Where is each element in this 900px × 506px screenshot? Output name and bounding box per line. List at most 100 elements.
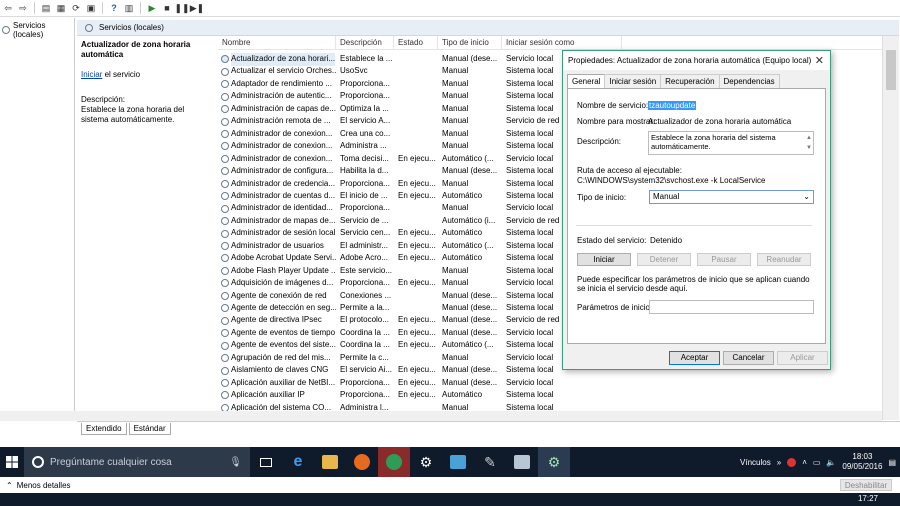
cell-text: Manual bbox=[442, 278, 469, 288]
table-row[interactable]: Aplicación auxiliar de NetBI... Proporcio… bbox=[218, 377, 882, 390]
table-row[interactable]: Aplicación auxiliar IP Proporciona... En e… bbox=[218, 389, 882, 402]
cell-text: En ejecu... bbox=[398, 240, 436, 250]
volume-icon[interactable]: 🔈 bbox=[826, 458, 836, 467]
start-service-link[interactable]: Iniciar bbox=[81, 70, 102, 79]
column-header-startup-type[interactable]: Tipo de inicio bbox=[438, 36, 502, 50]
cell-description: Este servicio... bbox=[336, 265, 394, 278]
cell-text: En ejecu... bbox=[398, 377, 436, 387]
gear-icon bbox=[221, 242, 229, 250]
service-name-value[interactable]: tzautoupdate bbox=[648, 101, 697, 110]
play-icon[interactable]: ▶ bbox=[146, 2, 158, 14]
cancel-button[interactable]: Cancelar bbox=[723, 351, 774, 365]
vertical-scrollbar[interactable] bbox=[882, 36, 899, 420]
properties-icon[interactable]: ▦ bbox=[55, 2, 67, 14]
taskbar-file-explorer[interactable] bbox=[314, 447, 346, 477]
resume-button[interactable]: Reanudar bbox=[757, 253, 811, 266]
pause-button[interactable]: Pausar bbox=[697, 253, 751, 266]
task-view-icon bbox=[260, 457, 272, 467]
gear-icon bbox=[221, 329, 229, 338]
clock[interactable]: 18:03 09/05/2016 bbox=[842, 452, 882, 472]
clock-date: 09/05/2016 bbox=[842, 462, 883, 471]
start-button[interactable]: Iniciar bbox=[577, 253, 631, 266]
task-view-button[interactable] bbox=[250, 447, 282, 477]
cell-description: Proporciona... bbox=[336, 178, 394, 191]
taskbar-firefox[interactable] bbox=[346, 447, 378, 477]
display-name-value[interactable]: Actualizador de zona horaria automática bbox=[648, 117, 791, 126]
taskbar-settings[interactable]: ⚙ bbox=[410, 447, 442, 477]
cell-status bbox=[394, 215, 438, 228]
taskbar-app-blue[interactable] bbox=[442, 447, 474, 477]
dialog-titlebar[interactable]: Propiedades: Actualizador de zona horari… bbox=[563, 51, 830, 70]
disable-button[interactable]: Deshabilitar bbox=[840, 479, 892, 491]
apply-button[interactable]: Aplicar bbox=[777, 351, 828, 365]
taskbar-app-monitor[interactable] bbox=[506, 447, 538, 477]
params-input[interactable] bbox=[649, 300, 814, 314]
tab-extended[interactable]: Extendido bbox=[81, 422, 127, 435]
chevron-up-icon[interactable]: ˄ bbox=[802, 458, 807, 467]
column-header-name[interactable]: Nombre bbox=[218, 36, 336, 50]
ok-button[interactable]: Aceptar bbox=[669, 351, 720, 365]
chevron-up-icon[interactable]: ⌃ bbox=[6, 481, 13, 490]
refresh-icon[interactable]: ⟳ bbox=[70, 2, 82, 14]
params-hint: Puede especificar los parámetros de inic… bbox=[577, 275, 810, 293]
tab-dependencies[interactable]: Dependencias bbox=[718, 74, 780, 88]
fewer-details-link[interactable]: Menos detalles bbox=[17, 481, 71, 490]
gear-icon bbox=[221, 142, 229, 151]
column-header-description[interactable]: Descripción bbox=[336, 36, 394, 50]
view-icon[interactable]: ▥ bbox=[123, 2, 135, 14]
horizontal-scrollbar[interactable] bbox=[0, 411, 882, 421]
cell-text: Conexiones ... bbox=[340, 290, 392, 300]
microphone-icon[interactable]: 🎙 bbox=[229, 457, 242, 468]
stop-icon[interactable]: ■ bbox=[161, 2, 173, 14]
stop-button[interactable]: Detener bbox=[637, 253, 691, 266]
cell-text: Sistema local bbox=[506, 340, 554, 350]
taskbar-services[interactable]: ⚙ bbox=[538, 447, 570, 477]
chevron-icon[interactable]: » bbox=[777, 458, 781, 467]
cell-text: En ejecu... bbox=[398, 327, 436, 337]
cell-status: En ejecu... bbox=[394, 339, 438, 352]
column-header-status[interactable]: Estado bbox=[394, 36, 438, 50]
cell-text: Establece la ... bbox=[340, 54, 393, 63]
tab-recovery[interactable]: Recuperación bbox=[660, 74, 720, 88]
cell-text: Adobe Acrobat Update Servi... bbox=[231, 253, 336, 263]
notifications-icon[interactable]: ▤ bbox=[888, 458, 896, 467]
close-icon[interactable]: ✕ bbox=[815, 54, 824, 67]
help-icon[interactable]: ? bbox=[108, 2, 120, 14]
cell-logon-as: Servicio local bbox=[502, 377, 562, 390]
cell-status bbox=[394, 265, 438, 278]
cell-text: Manual bbox=[442, 116, 469, 126]
column-header-logon-as[interactable]: Iniciar sesión como bbox=[502, 36, 622, 50]
export-icon[interactable]: ▣ bbox=[85, 2, 97, 14]
scroll-arrows-icon[interactable]: ▲ ▼ bbox=[806, 133, 812, 153]
tab-general[interactable]: General bbox=[567, 74, 606, 89]
cell-text: Manual (dese... bbox=[442, 54, 498, 63]
scrollbar-thumb[interactable] bbox=[886, 50, 896, 90]
cell-startup-type: Manual bbox=[438, 115, 502, 128]
links-toolbar-label[interactable]: Vínculos bbox=[740, 458, 771, 467]
tree-node-services[interactable]: Servicios (locales) bbox=[2, 21, 74, 39]
startup-type-select[interactable]: Manual ⌄ bbox=[649, 190, 814, 204]
forward-icon[interactable]: ⇨ bbox=[17, 2, 29, 14]
console-tree-icon[interactable]: ▤ bbox=[40, 2, 52, 14]
path-value[interactable]: C:\WINDOWS\system32\svchost.exe -k Local… bbox=[577, 176, 766, 185]
cell-text: Administrador de mapas de... bbox=[231, 215, 336, 225]
antivirus-icon[interactable] bbox=[787, 457, 797, 467]
tab-standard[interactable]: Estándar bbox=[128, 422, 171, 435]
back-icon[interactable]: ⇦ bbox=[2, 2, 14, 14]
taskbar-app-active[interactable] bbox=[378, 447, 410, 477]
taskbar-app-tool[interactable]: ✎ bbox=[474, 447, 506, 477]
pause-icon[interactable]: ❚❚ bbox=[174, 2, 189, 14]
start-button[interactable] bbox=[0, 447, 24, 477]
network-icon[interactable]: ▭ bbox=[813, 458, 821, 467]
cell-text: Automático (... bbox=[442, 340, 494, 350]
cell-description: Adobe Acro... bbox=[336, 252, 394, 265]
cell-text: Manual bbox=[442, 352, 469, 362]
cortana-search-box[interactable]: Pregúntame cualquier cosa 🎙 bbox=[24, 447, 250, 477]
restart-icon[interactable]: ▶❚ bbox=[190, 2, 204, 14]
properties-dialog: Propiedades: Actualizador de zona horari… bbox=[562, 50, 831, 370]
description-box[interactable]: Establece la zona horaria del sistema au… bbox=[648, 131, 814, 155]
cell-status: En ejecu... bbox=[394, 252, 438, 265]
taskbar-edge[interactable]: e bbox=[282, 447, 314, 477]
tab-logon[interactable]: Iniciar sesión bbox=[604, 74, 662, 88]
cell-name: Administrador de identidad... bbox=[218, 202, 336, 215]
